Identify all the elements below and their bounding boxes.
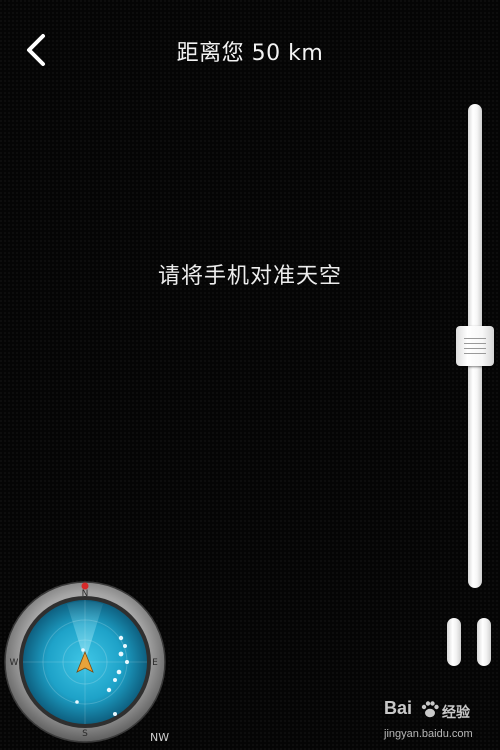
grip-line xyxy=(464,343,486,344)
pause-icon xyxy=(477,618,491,666)
sky-view-screen: 距离您 50 km 请将手机对准天空 N S E W NW Bai 经验 jin… xyxy=(0,0,500,750)
radar-target xyxy=(113,678,117,682)
watermark: Bai 经验 jingyan.baidu.com xyxy=(380,694,500,750)
radar-target xyxy=(116,669,122,675)
compass-label-east: E xyxy=(152,658,158,668)
pause-icon xyxy=(447,618,461,666)
radar-target xyxy=(106,687,112,693)
watermark-brand: Bai xyxy=(384,698,413,718)
page-title: 距离您 50 km xyxy=(176,41,324,66)
compass-label-west: W xyxy=(10,658,19,668)
radar-target xyxy=(81,648,85,652)
grip-line xyxy=(464,348,486,349)
grip-line xyxy=(464,353,486,354)
radar-target xyxy=(125,660,129,664)
instruction-message: 请将手机对准天空 xyxy=(157,264,342,289)
distance-slider[interactable] xyxy=(456,104,494,588)
radar-target xyxy=(118,635,124,641)
radar-compass[interactable]: N S E W xyxy=(3,580,167,744)
compass-label-north: N xyxy=(82,589,89,599)
radar-target xyxy=(118,651,124,657)
compass-label-south: S xyxy=(82,729,88,739)
slider-thumb[interactable] xyxy=(456,326,494,366)
watermark-suffix: 经验 xyxy=(442,705,470,721)
radar-target xyxy=(113,712,117,716)
grip-line xyxy=(464,338,486,339)
radar-target xyxy=(75,700,79,704)
paw-icon xyxy=(421,701,439,718)
heading-label: NW xyxy=(150,731,170,744)
pause-button[interactable] xyxy=(447,618,491,666)
watermark-url: jingyan.baidu.com xyxy=(384,728,473,740)
radar-target xyxy=(123,644,127,648)
